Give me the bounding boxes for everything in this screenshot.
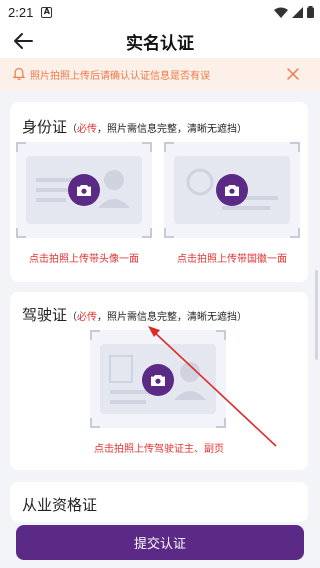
frame-corner (90, 330, 100, 340)
notification-a-icon: A (41, 6, 53, 18)
req-rest: ，照片需信息完整，清晰无遮挡） (97, 312, 248, 323)
frame-corner (290, 142, 300, 152)
camera-button[interactable] (142, 364, 174, 396)
battery-icon (307, 6, 314, 18)
frame-corner (142, 228, 152, 238)
driver-license-title-text: 驾驶证 (22, 306, 68, 324)
camera-icon (151, 374, 165, 386)
signal-icon (292, 6, 303, 18)
bell-icon (12, 67, 26, 80)
required-tag: 必传 (77, 124, 98, 135)
camera-icon (77, 184, 91, 196)
id-front-label: 点击拍照上传带头像一面 (29, 254, 139, 265)
id-card-title: 身份证（必传，照片需信息完整，清晰无遮挡） (22, 116, 247, 137)
required-tag: 必传 (77, 312, 98, 323)
driver-license-title: 驾驶证（必传，照片需信息完整，清晰无遮挡） (22, 304, 247, 325)
status-icons (274, 6, 314, 18)
driver-license-requirement: （必传，照片需信息完整，清晰无遮挡） (67, 312, 247, 323)
close-icon[interactable] (286, 67, 300, 81)
id-front-upload[interactable] (16, 142, 152, 238)
scrollbar[interactable] (315, 270, 318, 360)
camera-icon (225, 184, 239, 196)
driver-license-label: 点击拍照上传驾驶证主、副页 (94, 444, 224, 455)
frame-corner (16, 228, 26, 238)
id-back-upload[interactable] (164, 142, 300, 238)
frame-corner (216, 330, 226, 340)
req-open: （ (67, 312, 78, 323)
req-rest: ，照片需信息完整，清晰无遮挡） (97, 124, 248, 135)
qualification-title: 从业资格证 (22, 496, 98, 514)
id-card-section: 身份证（必传，照片需信息完整，清晰无遮挡） 点击拍照上传带头像一面 点击拍照上传… (10, 102, 308, 282)
frame-corner (164, 142, 174, 152)
frame-corner (290, 228, 300, 238)
frame-corner (164, 228, 174, 238)
app-header: 实名认证 (0, 24, 320, 58)
wifi-icon (274, 7, 288, 18)
frame-corner (142, 142, 152, 152)
req-open: （ (67, 124, 78, 135)
back-arrow-icon[interactable] (12, 30, 34, 52)
id-card-requirement: （必传，照片需信息完整，清晰无遮挡） (67, 124, 247, 135)
status-bar: 2:21 A (0, 0, 320, 24)
qualification-section: 从业资格证 (10, 482, 308, 522)
camera-button[interactable] (68, 174, 100, 206)
frame-corner (90, 418, 100, 428)
page-title: 实名认证 (126, 33, 194, 54)
id-card-title-text: 身份证 (22, 118, 68, 136)
submit-button[interactable]: 提交认证 (16, 525, 304, 560)
id-back-label: 点击拍照上传带国徽一面 (177, 254, 287, 265)
notice-text: 照片拍照上传后请确认认证信息是否有误 (30, 70, 210, 82)
frame-corner (16, 142, 26, 152)
camera-button[interactable] (216, 174, 248, 206)
frame-corner (216, 418, 226, 428)
driver-license-upload[interactable] (90, 330, 226, 428)
notice-banner: 照片拍照上传后请确认认证信息是否有误 (0, 58, 320, 90)
driver-license-section: 驾驶证（必传，照片需信息完整，清晰无遮挡） 点击拍照上传驾驶证主、副页 (10, 292, 308, 470)
status-time: 2:21 (8, 4, 34, 20)
